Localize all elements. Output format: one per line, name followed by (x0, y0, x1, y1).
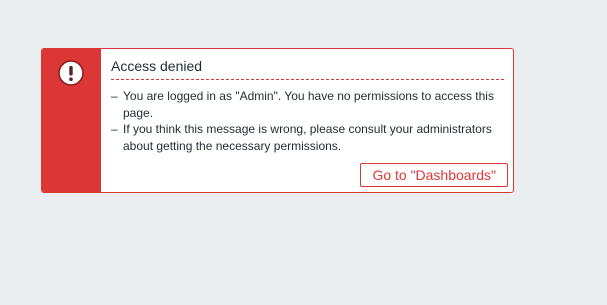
alert-sidebar (42, 49, 101, 192)
page: Access denied – You are logged in as "Adm… (0, 0, 607, 305)
dash-marker: – (111, 89, 118, 103)
go-to-dashboards-button[interactable]: Go to "Dashboards" (360, 163, 508, 187)
alert-divider (111, 79, 504, 80)
button-container: Go to "Dashboards" (360, 163, 508, 187)
alert-body: Access denied – You are logged in as "Adm… (101, 49, 513, 192)
access-denied-alert: Access denied – You are logged in as "Adm… (41, 48, 514, 193)
exclamation-icon (58, 60, 84, 86)
list-item: – You are logged in as "Admin". You have … (111, 88, 508, 121)
message-list: – You are logged in as "Admin". You have … (111, 88, 508, 154)
list-item: – If you think this message is wrong, ple… (111, 121, 508, 154)
message-text: You are logged in as "Admin". You have n… (123, 89, 494, 120)
message-text: If you think this message is wrong, plea… (123, 122, 492, 153)
dash-marker: – (111, 122, 118, 136)
alert-title: Access denied (111, 58, 203, 74)
